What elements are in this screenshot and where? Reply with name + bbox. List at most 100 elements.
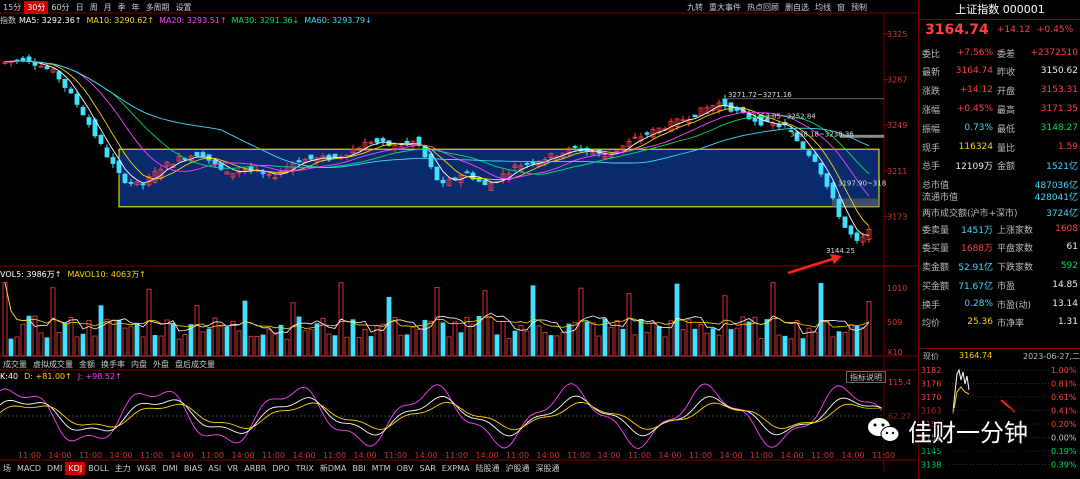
time-label: 11:00 (445, 451, 468, 460)
indicator-tab-11[interactable]: ARBR (241, 462, 269, 475)
indicator-tab-10[interactable]: VR (224, 462, 241, 475)
volume-bar (776, 334, 782, 357)
time-label: 11:00 (140, 451, 163, 460)
vol-tab-3[interactable]: 换手率 (98, 358, 128, 371)
indicator-tab-19[interactable]: EXPMA (439, 462, 473, 475)
quote-label: 振幅 (922, 124, 941, 135)
quote-value: +14.12 (959, 85, 993, 95)
candle-body (854, 232, 860, 241)
tool-button-6[interactable]: 预制 (848, 1, 870, 14)
tool-button-4[interactable]: 均线 (812, 1, 834, 14)
time-label: 11:00 (811, 451, 834, 460)
indicator-tab-14[interactable]: 新DMA (317, 462, 350, 475)
volume-bar (854, 325, 860, 357)
volume-bar (182, 333, 188, 357)
indicator-tab-12[interactable]: DPO (269, 462, 292, 475)
tool-button-5[interactable]: 窗 (834, 1, 848, 14)
quote-value: 428041亿 (1034, 192, 1078, 203)
indicator-tab-0[interactable]: 场 (0, 462, 14, 475)
period-tab-8[interactable]: 多周期 (143, 1, 173, 14)
candle-body (296, 160, 302, 163)
vol-tab-2[interactable]: 金额 (76, 358, 98, 371)
period-tab-0[interactable]: 15分 (0, 1, 24, 14)
kdj-d-label: D: +81.00↑ (24, 372, 72, 381)
vol-tab-1[interactable]: 虚拟成交量 (30, 358, 76, 371)
volume-bar (326, 333, 332, 357)
period-tab-2[interactable]: 60分 (48, 1, 72, 14)
volume-bar (860, 327, 866, 357)
indicator-tab-22[interactable]: 深股通 (533, 462, 563, 475)
volume-bar (74, 336, 80, 357)
time-label: 11:00 (872, 451, 895, 460)
vol-tab-4[interactable]: 内盘 (128, 358, 150, 371)
volume-tabs: 成交量 虚拟成交量 金额 换手率 内盘 外盘 盘后成交量 (0, 358, 218, 371)
indicator-tab-6[interactable]: W&R (134, 462, 160, 475)
indicator-tab-7[interactable]: DMI (159, 462, 180, 475)
quote-row: 委买量 1688万 平盘家数 61 (919, 238, 1080, 256)
price-tick-label: 3173 (887, 212, 907, 221)
indicator-tab-3[interactable]: KDJ (65, 462, 86, 475)
period-tab-3[interactable]: 日 (73, 1, 87, 14)
volume-bar (734, 327, 740, 357)
indicator-tab-1[interactable]: MACD (14, 462, 44, 475)
period-tab-7[interactable]: 年 (129, 1, 143, 14)
kline-chart[interactable]: 3325 3287 3249 3211 3173 3271.72~3271.16 3253.… (0, 0, 918, 479)
chart-tools: 九转 重大事件 热点回顾 删自选 均线窗预制 (684, 1, 870, 14)
quote-label: 昨收 (997, 67, 1016, 78)
period-tab-5[interactable]: 月 (101, 1, 115, 14)
period-tab-4[interactable]: 周 (87, 1, 101, 14)
indicator-tab-4[interactable]: BOLL (85, 462, 112, 475)
indicator-tab-8[interactable]: BIAS (181, 462, 205, 475)
candle-body (74, 93, 80, 105)
tool-button-0[interactable]: 九转 (684, 1, 706, 14)
time-label: 11:00 (567, 451, 590, 460)
spark-price: 3164.74 (959, 351, 993, 360)
volume-bar (26, 315, 32, 357)
volume-bar (206, 328, 212, 357)
volume-bar (680, 329, 686, 357)
indicator-tab-5[interactable]: 主力 (112, 462, 134, 475)
tool-button-1[interactable]: 重大事件 (706, 1, 744, 14)
indicator-tab-15[interactable]: BBI (349, 462, 368, 475)
period-tab-1[interactable]: 30分 (24, 1, 49, 14)
mid-annotation: 3197.90~318 (838, 180, 886, 188)
volume-bar (710, 328, 716, 357)
indicator-tab-13[interactable]: TRIX (293, 462, 317, 475)
mid-annotation: 3253.05~3252.84 (752, 112, 816, 120)
tool-button-2[interactable]: 热点回顾 (744, 1, 782, 14)
volume-bar (590, 322, 596, 357)
candle-body (374, 138, 380, 143)
volume-bar (236, 330, 242, 357)
candle-body (830, 182, 836, 199)
period-tab-9[interactable]: 设置 (173, 1, 195, 14)
volume-bar (212, 317, 218, 357)
volume-bar (746, 321, 752, 357)
indicator-tab-18[interactable]: SAR (417, 462, 439, 475)
indicator-tab-20[interactable]: 陆股通 (473, 462, 503, 475)
quote-value: 3164.74 (955, 66, 993, 76)
time-label: 11:00 (628, 451, 651, 460)
volume-bar (404, 334, 410, 357)
tool-button-3[interactable]: 删自选 (782, 1, 812, 14)
period-tab-6[interactable]: 季 (115, 1, 129, 14)
indicator-tab-2[interactable]: DMI (44, 462, 65, 475)
indicator-tab-16[interactable]: MTM (369, 462, 394, 475)
vol-ma-line (4, 282, 870, 330)
vol-tab-6[interactable]: 盘后成交量 (172, 358, 218, 371)
quote-label: 委买量 (922, 243, 950, 254)
volume-bar (416, 329, 422, 357)
candle-body (122, 173, 128, 183)
time-label: 14:00 (293, 451, 316, 460)
vol-tab-0[interactable]: 成交量 (0, 358, 30, 371)
quote-value: 12109万 (955, 161, 993, 172)
indicator-tab-21[interactable]: 沪股通 (503, 462, 533, 475)
time-label: 14:00 (415, 451, 438, 460)
spark-price-line (952, 368, 970, 413)
indicator-help-button[interactable]: 指标说明 (846, 371, 886, 383)
candle-body (428, 153, 434, 168)
volume-bar (356, 337, 362, 357)
vol-tab-5[interactable]: 外盘 (150, 358, 172, 371)
quote-label: 两市成交额(沪市+深市) (922, 208, 1018, 219)
indicator-tab-9[interactable]: ASI (205, 462, 224, 475)
indicator-tab-17[interactable]: OBV (393, 462, 416, 475)
